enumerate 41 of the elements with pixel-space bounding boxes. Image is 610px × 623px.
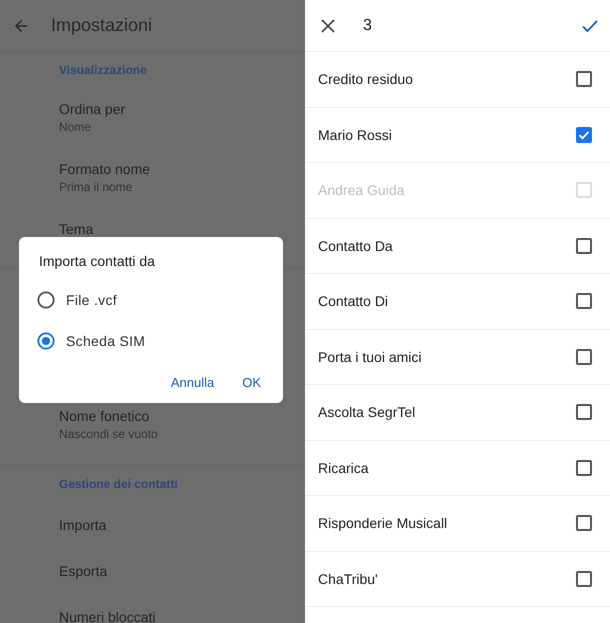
contact-name: Contatto Di bbox=[318, 293, 390, 310]
checkbox[interactable] bbox=[576, 348, 592, 365]
setting-value: Nascondi se vuoto bbox=[59, 427, 158, 441]
section-header: Gestione dei contatti bbox=[58, 476, 179, 493]
checkbox[interactable] bbox=[576, 293, 592, 310]
checkbox[interactable] bbox=[576, 71, 592, 88]
checkbox[interactable] bbox=[576, 570, 592, 587]
contact-name: ChaTribu' bbox=[318, 570, 379, 587]
close-icon[interactable] bbox=[321, 18, 335, 32]
radio-button[interactable] bbox=[37, 332, 55, 350]
setting-title[interactable]: Ordina per bbox=[59, 101, 126, 117]
contact-name: Ricarica bbox=[318, 460, 370, 476]
checkbox[interactable] bbox=[576, 238, 592, 254]
contact-name: Ascolta SegrTel bbox=[318, 404, 416, 420]
setting-title[interactable]: Numeri bloccati bbox=[59, 609, 156, 623]
option-label[interactable]: Scheda SIM bbox=[66, 332, 146, 348]
setting-title[interactable]: Tema bbox=[59, 221, 94, 237]
dialog-title: Importa contatti da bbox=[39, 253, 156, 269]
confirm-check-icon[interactable] bbox=[582, 18, 598, 32]
contact-name: Contatto Da bbox=[318, 238, 394, 254]
checkbox[interactable] bbox=[576, 515, 592, 532]
option-label[interactable]: File .vcf bbox=[66, 292, 117, 308]
contact-name: Risponderie Musicall bbox=[318, 515, 448, 532]
setting-title[interactable]: Formato nome bbox=[59, 161, 150, 177]
section-header: Visualizzazione bbox=[58, 62, 148, 79]
setting-title[interactable]: Nome fonetico bbox=[59, 408, 150, 424]
setting-value: Nome bbox=[59, 120, 92, 134]
checkbox[interactable] bbox=[576, 460, 592, 476]
setting-title[interactable]: Esporta bbox=[59, 563, 108, 579]
dialog-button[interactable]: OK bbox=[230, 369, 273, 396]
contact-name: Credito residuo bbox=[318, 71, 414, 88]
checkbox[interactable] bbox=[576, 404, 592, 420]
contact-name: Porta i tuoi amici bbox=[318, 348, 422, 365]
dialog-button[interactable]: Annulla bbox=[158, 369, 226, 396]
radio-button[interactable] bbox=[37, 290, 55, 308]
contact-name: Mario Rossi bbox=[318, 126, 393, 143]
contact-name: Andrea Guida bbox=[318, 182, 406, 198]
screen-title: Impostazioni bbox=[51, 15, 152, 36]
setting-title[interactable]: Importa bbox=[59, 517, 106, 533]
checkbox[interactable] bbox=[576, 126, 592, 143]
selection-count: 3 bbox=[363, 16, 373, 34]
